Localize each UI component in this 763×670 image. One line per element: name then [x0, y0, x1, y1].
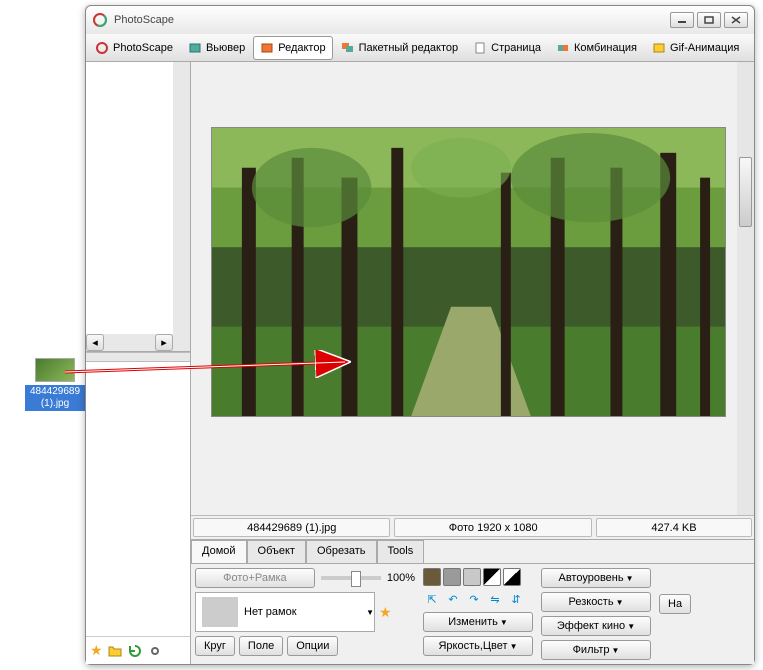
tree-vscrollbar[interactable] — [173, 62, 190, 351]
na-button[interactable]: На — [659, 594, 691, 614]
scroll-right-icon[interactable]: ▸ — [155, 334, 173, 351]
tab-viewer[interactable]: Вьювер — [181, 36, 252, 60]
swatch-4[interactable] — [483, 568, 501, 586]
info-filename: 484429689 (1).jpg — [193, 518, 390, 537]
subtab-object[interactable]: Объект — [247, 540, 306, 563]
minimize-button[interactable] — [670, 12, 694, 28]
tab-editor[interactable]: Редактор — [253, 36, 332, 60]
swatch-1[interactable] — [423, 568, 441, 586]
thumbnail-strip[interactable] — [86, 362, 190, 636]
gif-icon — [652, 41, 666, 55]
tab-page[interactable]: Страница — [466, 36, 548, 60]
foto-frame-button[interactable]: Фото+Рамка — [195, 568, 315, 588]
resize-button[interactable]: Изменить▼ — [423, 612, 533, 632]
tab-combine[interactable]: Комбинация — [549, 36, 644, 60]
desktop-file-icon[interactable]: 484429689 (1).jpg — [25, 358, 85, 411]
frame-label: Нет рамок — [244, 606, 364, 618]
flip-v-icon[interactable]: ⇵ — [507, 590, 525, 608]
settings-icon[interactable] — [147, 643, 163, 659]
file-label: 484429689 (1).jpg — [25, 385, 85, 411]
left-toolbar: ★ — [86, 636, 190, 664]
main-tabbar: PhotoScape Вьювер Редактор Пакетный реда… — [86, 34, 754, 62]
flip-h-icon[interactable]: ⇋ — [486, 590, 504, 608]
info-bar: 484429689 (1).jpg Фото 1920 x 1080 427.4… — [191, 515, 754, 539]
frame-selector[interactable]: Нет рамок ▼ — [195, 592, 375, 632]
tab-more[interactable] — [747, 36, 754, 60]
undo-icon[interactable]: ↶ — [444, 590, 462, 608]
photoscape-icon — [95, 41, 109, 55]
frame-preview — [202, 597, 238, 627]
autolevel-button[interactable]: Автоуровень▼ — [541, 568, 651, 588]
brightness-button[interactable]: Яркость,Цвет▼ — [423, 636, 533, 656]
sharpness-button[interactable]: Резкость▼ — [541, 592, 651, 612]
app-icon — [92, 12, 108, 28]
favorite-icon[interactable]: ★ — [90, 642, 103, 659]
filter-button[interactable]: Фильтр▼ — [541, 640, 651, 660]
subtab-tools[interactable]: Tools — [377, 540, 425, 563]
color-swatches — [423, 568, 533, 586]
zoom-slider[interactable] — [321, 576, 381, 580]
subtab-home[interactable]: Домой — [191, 540, 247, 563]
left-pane: ◂ ▸ ★ — [86, 62, 191, 664]
splitter-handle[interactable] — [86, 352, 190, 362]
subtab-crop[interactable]: Обрезать — [306, 540, 377, 563]
file-thumbnail — [35, 358, 75, 382]
options-button[interactable]: Опции — [287, 636, 338, 656]
app-window: PhotoScape PhotoScape Вьювер Редактор Па… — [85, 5, 755, 665]
refresh-icon[interactable] — [127, 643, 143, 659]
subtab-bar: Домой Объект Обрезать Tools — [191, 540, 754, 564]
swatch-5[interactable] — [503, 568, 521, 586]
zoom-label: 100% — [387, 572, 415, 584]
frame-star-icon[interactable]: ★ — [379, 604, 392, 621]
folder-tree[interactable]: ◂ ▸ — [86, 62, 190, 352]
scroll-left-icon[interactable]: ◂ — [86, 334, 104, 351]
viewer-icon — [188, 41, 202, 55]
editor-panel: Домой Объект Обрезать Tools Фото+Рамка 1… — [191, 539, 754, 664]
image-preview — [211, 127, 726, 417]
info-dimensions: Фото 1920 x 1080 — [394, 518, 591, 537]
close-button[interactable] — [724, 12, 748, 28]
canvas-area[interactable] — [191, 62, 754, 515]
editor-icon — [260, 41, 274, 55]
resize-tool-icon[interactable]: ⇱ — [423, 590, 441, 608]
redo-icon[interactable]: ↷ — [465, 590, 483, 608]
scrollbar-grip[interactable] — [739, 157, 752, 227]
swatch-3[interactable] — [463, 568, 481, 586]
info-size: 427.4 KB — [596, 518, 752, 537]
canvas-vscrollbar[interactable] — [737, 62, 754, 515]
maximize-button[interactable] — [697, 12, 721, 28]
swatch-2[interactable] — [443, 568, 461, 586]
tree-hscrollbar[interactable]: ◂ ▸ — [86, 334, 173, 351]
tab-batch[interactable]: Пакетный редактор — [334, 36, 466, 60]
cinema-button[interactable]: Эффект кино▼ — [541, 616, 651, 636]
titlebar[interactable]: PhotoScape — [86, 6, 754, 34]
tab-photoscape[interactable]: PhotoScape — [88, 36, 180, 60]
field-button[interactable]: Поле — [239, 636, 283, 656]
window-title: PhotoScape — [114, 14, 667, 26]
folder-icon[interactable] — [107, 643, 123, 659]
right-pane: 484429689 (1).jpg Фото 1920 x 1080 427.4… — [191, 62, 754, 664]
tab-gif[interactable]: Gif-Анимация — [645, 36, 746, 60]
combine-icon — [556, 41, 570, 55]
page-icon — [473, 41, 487, 55]
batch-icon — [341, 41, 355, 55]
dropdown-icon: ▼ — [366, 608, 374, 617]
circle-button[interactable]: Круг — [195, 636, 235, 656]
